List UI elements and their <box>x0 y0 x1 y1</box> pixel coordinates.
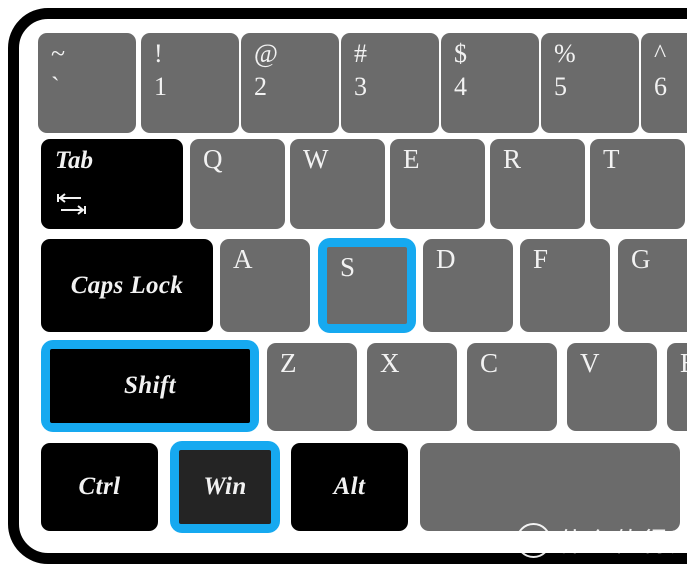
key-digit2[interactable]: @2 <box>241 33 339 133</box>
key-keyg[interactable]: G <box>618 239 687 332</box>
key-digit6[interactable]: ^ 6 <box>641 33 687 133</box>
key-digit2-shifted-char: @ <box>254 39 279 68</box>
key-digit5-shifted-char: % <box>554 39 577 68</box>
key-keyx[interactable]: X <box>367 343 457 431</box>
key-digit1-shifted-char: ! <box>154 39 164 68</box>
key-backquote-label: ~ ` <box>51 38 66 103</box>
key-backquote[interactable]: ~ ` <box>38 33 136 133</box>
key-keyr-label: R <box>503 144 522 174</box>
key-keyr[interactable]: R <box>490 139 585 229</box>
key-digit4-shifted-char: $ <box>454 39 468 68</box>
keyboard-frame: ~ `! 1 @2 #3 $4% 5 ^ 6 Tab Q W E R T Caps Lock A S D F G Shif… <box>8 8 687 564</box>
key-digit5[interactable]: % 5 <box>541 33 639 133</box>
key-win-face: Win <box>179 450 271 524</box>
key-space[interactable] <box>420 443 680 531</box>
key-capslock[interactable]: Caps Lock <box>41 239 213 332</box>
key-digit3[interactable]: #3 <box>341 33 439 133</box>
key-shift-face: Shift <box>50 349 250 423</box>
key-keys-label: S <box>340 252 356 282</box>
key-keyc[interactable]: C <box>467 343 557 431</box>
key-keyd[interactable]: D <box>423 239 513 332</box>
key-keyw[interactable]: W <box>290 139 385 229</box>
key-digit3-label: #3 <box>354 38 368 103</box>
key-keyx-label: X <box>380 348 400 378</box>
key-digit4-base-char: 4 <box>454 71 468 101</box>
key-keyq[interactable]: Q <box>190 139 285 229</box>
key-keyf-label: F <box>533 244 549 274</box>
keyboard-illustration: ~ `! 1 @2 #3 $4% 5 ^ 6 Tab Q W E R T Caps Lock A S D F G Shif… <box>0 0 687 571</box>
key-backquote-shifted-char: ~ <box>51 39 66 68</box>
key-keyc-label: C <box>480 348 499 378</box>
key-keyq-label: Q <box>203 144 223 174</box>
key-digit1-base-char: 1 <box>154 71 168 101</box>
key-keye[interactable]: E <box>390 139 485 229</box>
key-digit4[interactable]: $4 <box>441 33 539 133</box>
key-keya[interactable]: A <box>220 239 310 332</box>
tab-arrows-icon <box>57 193 86 215</box>
key-alt[interactable]: Alt <box>291 443 408 531</box>
key-digit2-label: @2 <box>254 38 278 103</box>
key-digit5-label: % 5 <box>554 38 576 103</box>
key-digit6-label: ^ 6 <box>654 38 668 103</box>
key-keyw-label: W <box>303 144 329 174</box>
key-keys-face: S <box>327 247 407 324</box>
key-keyg-label: G <box>631 244 651 274</box>
key-keyv-label: V <box>580 348 600 378</box>
key-keyz[interactable]: Z <box>267 343 357 431</box>
key-digit2-base-char: 2 <box>254 71 268 101</box>
key-shift-label: Shift <box>123 372 177 399</box>
key-keyf[interactable]: F <box>520 239 610 332</box>
key-digit6-base-char: 6 <box>654 71 668 101</box>
key-digit3-shifted-char: # <box>354 39 368 68</box>
key-digit6-shifted-char: ^ <box>654 39 667 68</box>
key-ctrl[interactable]: Ctrl <box>41 443 158 531</box>
key-digit1[interactable]: ! 1 <box>141 33 239 133</box>
key-digit5-base-char: 5 <box>554 71 568 101</box>
key-keyb[interactable]: B <box>667 343 687 431</box>
key-backquote-base-char: ` <box>51 71 61 101</box>
key-keye-label: E <box>403 144 420 174</box>
key-keys[interactable]: S <box>318 238 416 333</box>
key-alt-label: Alt <box>333 473 366 500</box>
key-keyd-label: D <box>436 244 456 274</box>
key-tab-label: Tab <box>55 147 93 174</box>
key-keya-label: A <box>233 244 253 274</box>
key-keyz-label: Z <box>280 348 297 378</box>
key-ctrl-label: Ctrl <box>78 473 121 500</box>
key-win[interactable]: Win <box>170 441 280 533</box>
key-capslock-label: Caps Lock <box>70 271 184 299</box>
key-shift[interactable]: Shift <box>41 340 259 432</box>
key-digit4-label: $4 <box>454 38 468 103</box>
key-tab[interactable]: Tab <box>41 139 183 229</box>
key-digit1-label: ! 1 <box>154 38 168 103</box>
key-keyt-label: T <box>603 144 620 174</box>
key-keyt[interactable]: T <box>590 139 685 229</box>
key-digit3-base-char: 3 <box>354 71 368 101</box>
key-win-label: Win <box>203 473 247 500</box>
key-keyv[interactable]: V <box>567 343 657 431</box>
key-keyb-label: B <box>680 348 687 380</box>
